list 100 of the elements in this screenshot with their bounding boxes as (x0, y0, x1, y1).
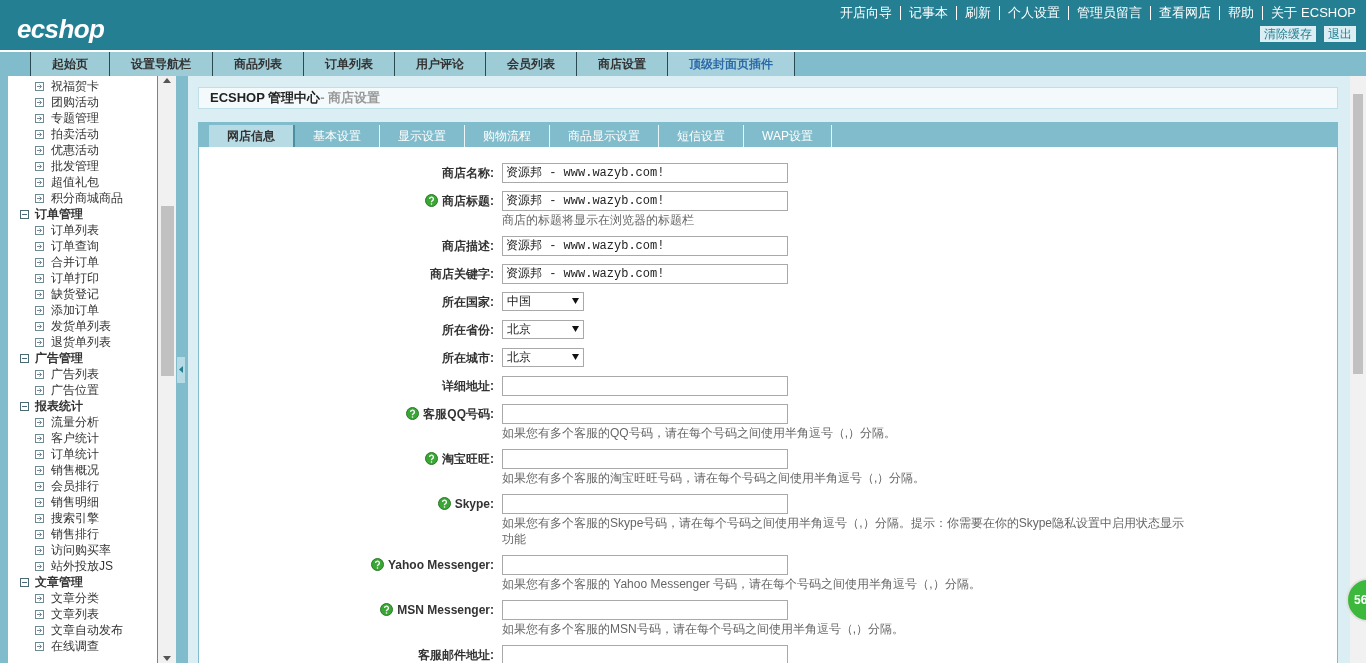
nav-tab[interactable]: 商店设置 (576, 52, 667, 76)
text-field[interactable] (502, 493, 788, 514)
scroll-up-icon[interactable] (163, 78, 171, 83)
header-link[interactable]: 帮助 (1228, 3, 1255, 23)
sidebar-item[interactable]: 拍卖活动 (51, 126, 99, 142)
text-field[interactable] (502, 375, 788, 396)
collapse-handle[interactable] (176, 355, 186, 384)
sidebar-item[interactable]: 文章分类 (51, 590, 99, 606)
header-link[interactable]: 刷新 (965, 3, 992, 23)
sidebar-item[interactable]: 站外投放JS (51, 558, 113, 574)
sidebar-item[interactable]: 文章自动发布 (51, 622, 123, 638)
field-label: 商店名称: (442, 164, 494, 182)
help-icon[interactable] (425, 452, 438, 465)
sidebar-item[interactable]: 优惠活动 (51, 142, 99, 158)
item-arrow-icon (35, 193, 44, 203)
item-arrow-icon (35, 385, 44, 395)
page-scrollbar[interactable] (1350, 76, 1366, 663)
sidebar-item[interactable]: 订单打印 (51, 270, 99, 286)
sidebar-item[interactable]: 销售明细 (51, 494, 99, 510)
sidebar-item[interactable]: 订单统计 (51, 446, 99, 462)
sidebar-group[interactable]: 文章管理 (35, 574, 83, 590)
collapse-icon[interactable] (20, 401, 29, 411)
field-label: 商店描述: (442, 237, 494, 255)
item-arrow-icon (35, 497, 44, 507)
header-link[interactable]: 开店向导 (840, 3, 893, 23)
scroll-thumb[interactable] (161, 206, 174, 376)
sidebar-item[interactable]: 合并订单 (51, 254, 99, 270)
field-label: 淘宝旺旺: (442, 450, 494, 468)
help-icon[interactable] (370, 558, 384, 571)
scroll-down-icon[interactable] (163, 656, 171, 661)
text-field[interactable]: 资源邦 - www.wazyb.com! (502, 162, 788, 183)
help-icon[interactable] (380, 603, 394, 616)
help-icon[interactable] (437, 497, 451, 510)
dropdown-caret-icon (572, 354, 579, 360)
scroll-thumb[interactable] (1353, 94, 1363, 374)
item-arrow-icon (35, 625, 44, 635)
header-link[interactable]: 个人设置 (1008, 3, 1061, 23)
sidebar-item[interactable]: 批发管理 (51, 158, 99, 174)
nav-tab[interactable]: 商品列表 (212, 52, 303, 76)
nav-tab[interactable]: 会员列表 (485, 52, 576, 76)
nav-tab[interactable]: 订单列表 (303, 52, 394, 76)
header-button[interactable]: 退出 (1324, 26, 1356, 42)
header-button[interactable]: 清除缓存 (1260, 26, 1316, 42)
logo: ecshop (16, 13, 105, 46)
text-field[interactable]: 资源邦 - www.wazyb.com! (502, 235, 788, 256)
sidebar-item[interactable]: 客户统计 (51, 430, 99, 446)
header-link[interactable]: 查看网店 (1159, 3, 1212, 23)
sidebar-group[interactable]: 报表统计 (35, 398, 83, 414)
text-field[interactable] (502, 644, 788, 663)
sidebar-item[interactable]: 超值礼包 (51, 174, 99, 190)
sidebar-item[interactable]: 销售排行 (51, 526, 99, 542)
field-hint: 如果您有多个客服的 Yahoo Messenger 号码，请在每个号码之间使用半角逗号（,）分隔。 (502, 575, 981, 592)
text-field[interactable] (502, 599, 788, 620)
sidebar-item[interactable]: 广告位置 (51, 382, 99, 398)
dropdown[interactable]: 北京 (502, 347, 584, 367)
sidebar-item[interactable]: 发货单列表 (51, 318, 111, 334)
text-field[interactable]: 资源邦 - www.wazyb.com! (502, 190, 788, 211)
sidebar-item[interactable]: 销售概况 (51, 462, 99, 478)
collapse-icon[interactable] (20, 209, 29, 219)
sidebar-item[interactable]: 祝福贺卡 (51, 78, 99, 94)
field-label: Skype: (454, 495, 494, 513)
sidebar-scrollbar[interactable] (158, 76, 176, 663)
help-icon[interactable] (425, 194, 438, 207)
sidebar-item[interactable]: 团购活动 (51, 94, 99, 110)
help-icon[interactable] (406, 407, 420, 420)
sidebar-item[interactable]: 访问购买率 (51, 542, 111, 558)
nav-tab[interactable]: 用户评论 (394, 52, 485, 76)
sidebar-group[interactable]: 订单管理 (35, 206, 83, 222)
sidebar-group[interactable]: 广告管理 (35, 350, 83, 366)
sidebar-item[interactable]: 退货单列表 (51, 334, 111, 350)
sidebar-item[interactable]: 文章列表 (51, 606, 99, 622)
item-arrow-icon (35, 81, 44, 91)
header-link[interactable]: 关于 ECSHOP (1271, 3, 1356, 23)
header-link[interactable]: 记事本 (909, 3, 949, 23)
sidebar-item[interactable]: 订单列表 (51, 222, 99, 238)
nav-tab[interactable]: 起始页 (30, 52, 109, 76)
sidebar-item[interactable]: 添加订单 (51, 302, 99, 318)
dropdown[interactable]: 北京 (502, 319, 584, 339)
sidebar-item[interactable]: 缺货登记 (51, 286, 99, 302)
sidebar-item[interactable]: 广告列表 (51, 366, 99, 382)
sidebar-item[interactable]: 流量分析 (51, 414, 99, 430)
header-link[interactable]: 管理员留言 (1077, 3, 1143, 23)
field-label: 商店关键字: (430, 265, 494, 283)
text-field[interactable] (502, 448, 788, 469)
dropdown[interactable]: 中国 (502, 291, 584, 311)
sidebar-item[interactable]: 积分商城商品 (51, 190, 123, 206)
sidebar-item[interactable]: 搜索引擎 (51, 510, 99, 526)
sidebar-item[interactable]: 在线调查 (51, 638, 99, 654)
text-field[interactable] (502, 403, 788, 424)
collapse-icon[interactable] (20, 353, 29, 363)
field-label: Yahoo Messenger: (387, 556, 494, 574)
text-field[interactable]: 资源邦 - www.wazyb.com! (502, 263, 788, 284)
collapse-icon[interactable] (20, 577, 29, 587)
sidebar-item[interactable]: 专题管理 (51, 110, 99, 126)
sidebar-item[interactable]: 会员排行 (51, 478, 99, 494)
settings-tab[interactable]: 网店信息 (209, 124, 295, 147)
sidebar-item[interactable]: 订单查询 (51, 238, 99, 254)
nav-tab[interactable]: 设置导航栏 (109, 52, 212, 76)
item-arrow-icon (35, 641, 44, 651)
text-field[interactable] (502, 554, 788, 575)
